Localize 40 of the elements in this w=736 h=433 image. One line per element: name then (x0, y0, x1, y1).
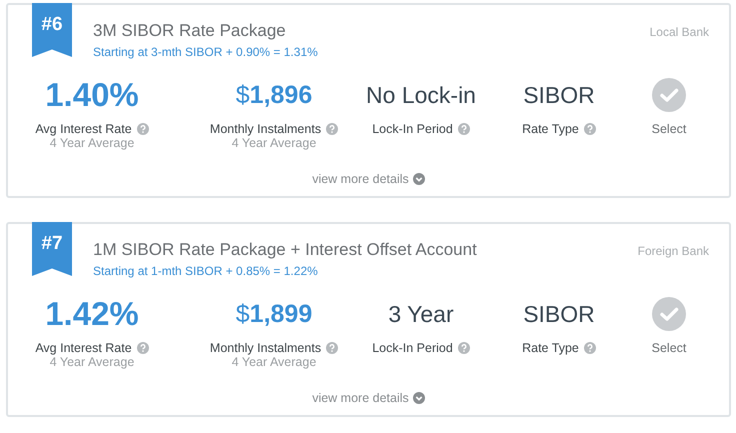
stat-value: No Lock-in (366, 80, 476, 110)
stat-label: Monthly Instalments (210, 122, 322, 136)
rank-badge: #6 (32, 3, 72, 57)
help-icon[interactable] (326, 123, 338, 135)
stat-label: Avg Interest Rate (35, 341, 132, 355)
stat-note: 4 Year Average (232, 355, 316, 369)
help-icon[interactable] (584, 342, 596, 354)
stat-label: Lock-In Period (372, 341, 453, 355)
stat-label: Rate Type (522, 341, 579, 355)
stat-value: SIBOR (523, 80, 595, 110)
stat-label: Rate Type (522, 122, 579, 136)
stat-label: Avg Interest Rate (35, 122, 132, 136)
rate-formula: Starting at 3-mth SIBOR + 0.90% = 1.31% (93, 45, 318, 59)
package-title: 1M SIBOR Rate Package + Interest Offset Account (93, 240, 477, 260)
rank-badge: #7 (32, 222, 72, 276)
bank-type: Local Bank (650, 25, 709, 41)
details-link[interactable]: view more details (312, 391, 425, 405)
help-icon[interactable] (584, 123, 596, 135)
help-icon[interactable] (326, 342, 338, 354)
help-icon[interactable] (136, 123, 149, 135)
stat-value: SIBOR (523, 300, 595, 328)
stat-note: 4 Year Average (232, 136, 316, 150)
rate-formula: Starting at 1-mth SIBOR + 0.85% = 1.22% (93, 264, 319, 278)
details-link[interactable]: view more details (312, 172, 425, 186)
stat-note: 4 Year Average (50, 355, 134, 369)
help-icon[interactable] (458, 123, 470, 135)
payment-value: $1,899 (236, 298, 312, 330)
stat-label: Lock-In Period (372, 122, 453, 136)
chevron-down-icon (412, 173, 425, 185)
chevron-down-icon (412, 392, 425, 404)
stat-note: 4 Year Average (50, 136, 134, 150)
package-title: 3M SIBOR Rate Package (93, 21, 287, 41)
help-icon[interactable] (136, 342, 149, 354)
bank-type: Foreign Bank (638, 244, 709, 260)
stat-value: 3 Year (388, 300, 454, 328)
stat-value: 1.42% (45, 296, 139, 332)
stat-label: Monthly Instalments (210, 341, 322, 355)
payment-value: $1,896 (236, 80, 312, 110)
stat-value: 1.40% (45, 77, 139, 113)
help-icon[interactable] (458, 342, 470, 354)
